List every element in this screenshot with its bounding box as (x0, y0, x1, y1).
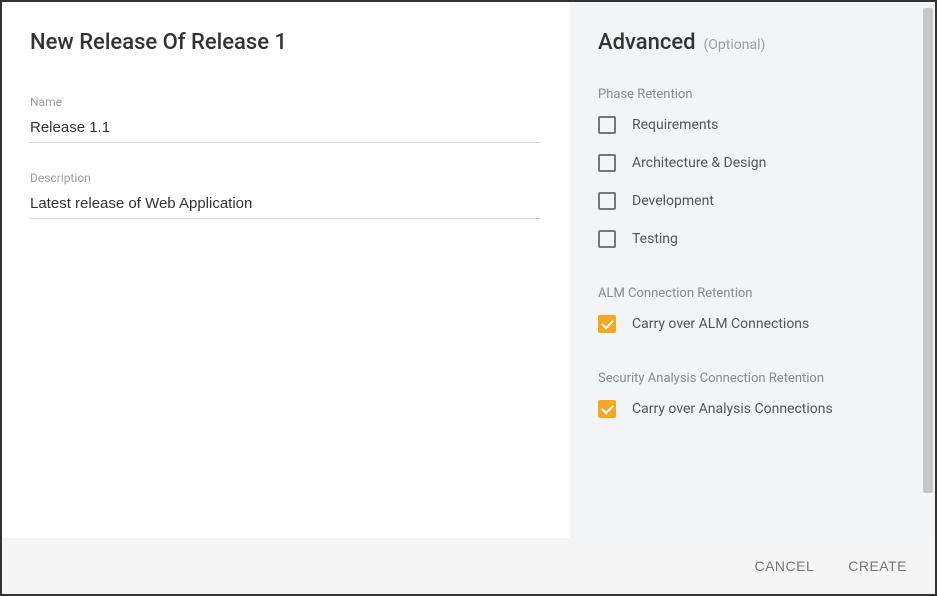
checkbox-icon (598, 192, 616, 210)
description-label: Description (30, 171, 540, 185)
security-retention-label: Security Analysis Connection Retention (598, 371, 907, 386)
checkbox-testing[interactable]: Testing (598, 230, 907, 248)
checkbox-label: Carry over Analysis Connections (632, 401, 833, 417)
checkbox-icon (598, 230, 616, 248)
checkbox-icon (598, 400, 616, 418)
checkbox-icon (598, 116, 616, 134)
left-panel: New Release Of Release 1 Name Descriptio… (2, 2, 570, 538)
checkbox-label: Development (632, 193, 714, 209)
checkbox-requirements[interactable]: Requirements (598, 116, 907, 134)
scrollbar[interactable] (923, 8, 933, 493)
alm-retention-label: ALM Connection Retention (598, 286, 907, 301)
checkbox-label: Architecture & Design (632, 155, 766, 171)
phase-retention-label: Phase Retention (598, 87, 907, 102)
advanced-header: Advanced (Optional) (598, 30, 907, 55)
name-input[interactable] (30, 115, 540, 143)
checkbox-carry-alm[interactable]: Carry over ALM Connections (598, 315, 907, 333)
description-input[interactable] (30, 191, 540, 219)
phase-retention-section: Phase Retention Requirements Architectur… (598, 87, 907, 248)
dialog-title: New Release Of Release 1 (30, 30, 540, 55)
checkbox-label: Carry over ALM Connections (632, 316, 809, 332)
right-panel: Advanced (Optional) Phase Retention Requ… (570, 2, 935, 538)
dialog-footer: CANCEL CREATE (2, 538, 935, 594)
checkbox-architecture-design[interactable]: Architecture & Design (598, 154, 907, 172)
new-release-dialog: New Release Of Release 1 Name Descriptio… (2, 2, 935, 594)
description-field: Description (30, 171, 540, 219)
checkbox-carry-analysis[interactable]: Carry over Analysis Connections (598, 400, 907, 418)
cancel-button[interactable]: CANCEL (750, 550, 818, 582)
dialog-content: New Release Of Release 1 Name Descriptio… (2, 2, 935, 538)
checkbox-development[interactable]: Development (598, 192, 907, 210)
name-field: Name (30, 95, 540, 143)
checkbox-label: Requirements (632, 117, 718, 133)
security-retention-section: Security Analysis Connection Retention C… (598, 371, 907, 418)
name-label: Name (30, 95, 540, 109)
create-button[interactable]: CREATE (844, 550, 911, 582)
checkbox-icon (598, 154, 616, 172)
advanced-title: Advanced (598, 30, 696, 55)
checkbox-icon (598, 315, 616, 333)
alm-retention-section: ALM Connection Retention Carry over ALM … (598, 286, 907, 333)
checkbox-label: Testing (632, 231, 678, 247)
advanced-optional: (Optional) (703, 37, 765, 53)
